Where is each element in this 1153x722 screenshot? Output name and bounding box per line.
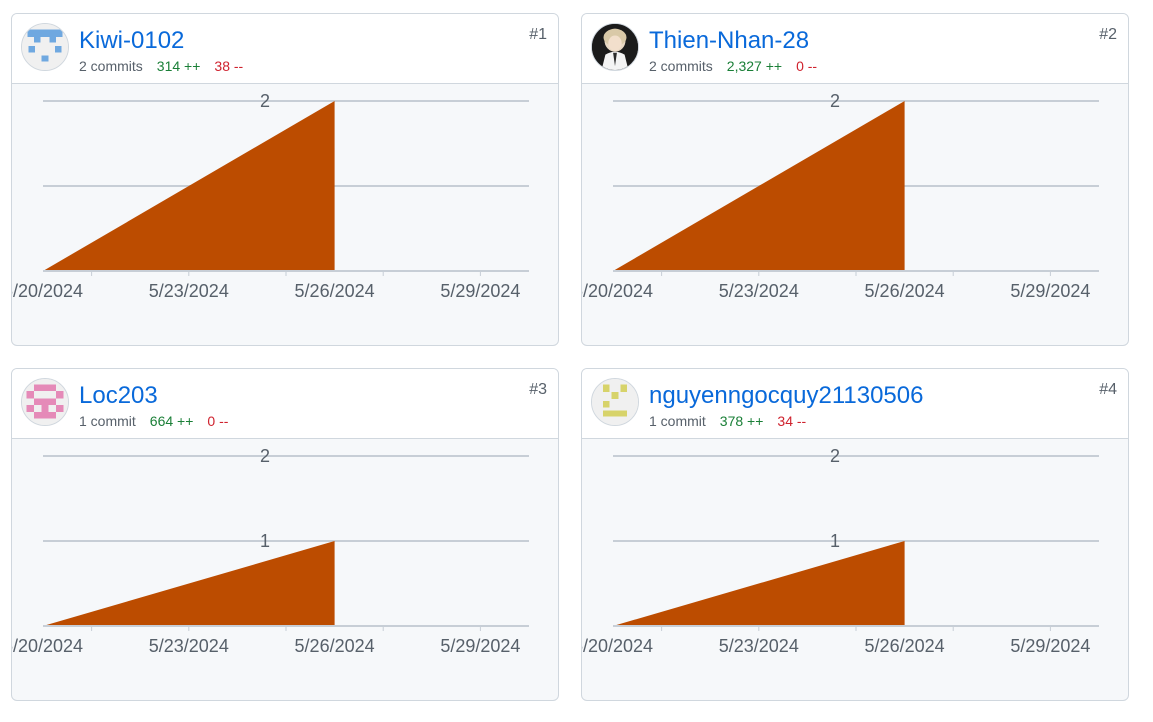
contributor-header: Loc203 1 commit 664 ++ 0 -- #3	[12, 369, 558, 439]
x-tick-label: 5/29/2024	[1010, 636, 1090, 656]
contributor-username-link[interactable]: Loc203	[79, 381, 158, 411]
identicon-icon	[592, 379, 638, 425]
x-tick-label: 5/23/2024	[149, 281, 229, 301]
x-tick-label: 5/20/2024	[12, 636, 83, 656]
contributor-header: nguyenngocquy21130506 1 commit 378 ++ 34 -…	[582, 369, 1128, 439]
contributor-card: Kiwi-0102 2 commits 314 ++ 38 -- #1 5/20/2…	[11, 13, 559, 346]
x-tick-label: 5/23/2024	[149, 636, 229, 656]
contribution-area-chart: 5/20/2024 5/23/2024 5/26/2024 5/29/2024 2 1	[12, 446, 529, 656]
contribution-area-chart: 5/20/2024 5/23/2024 5/26/2024 5/29/2024 2 1	[582, 446, 1099, 656]
photo-avatar[interactable]	[591, 23, 639, 71]
additions-count: 378 ++	[719, 413, 764, 429]
x-tick-label: 5/29/2024	[440, 281, 520, 301]
commit-area	[43, 541, 335, 626]
person-photo-icon	[592, 24, 638, 70]
contributor-stats: 1 commit 664 ++ 0 --	[79, 412, 228, 430]
x-tick-label: 5/26/2024	[295, 636, 375, 656]
x-tick-label: 5/26/2024	[865, 281, 945, 301]
contribution-area-chart: 5/20/2024 5/23/2024 5/26/2024 5/29/2024 2	[12, 91, 529, 301]
y-tick-label: 1	[260, 531, 270, 551]
additions-count: 2,327 ++	[726, 58, 783, 74]
additions-count: 314 ++	[156, 58, 201, 74]
identicon-icon	[22, 24, 68, 70]
commit-area	[613, 541, 905, 626]
identicon-avatar[interactable]	[591, 378, 639, 426]
commits-link[interactable]: 2 commits	[79, 58, 143, 74]
commits-link[interactable]: 1 commit	[649, 413, 706, 429]
contributor-rank: #3	[529, 381, 547, 398]
identicon-avatar[interactable]	[21, 23, 69, 71]
contributor-username-link[interactable]: nguyenngocquy21130506	[649, 381, 923, 411]
y-tick-label: 2	[260, 446, 270, 466]
contributor-card: nguyenngocquy21130506 1 commit 378 ++ 34 -…	[581, 368, 1129, 701]
y-tick-label: 2	[830, 91, 840, 111]
contributor-username-link[interactable]: Kiwi-0102	[79, 26, 184, 56]
identicon-icon	[22, 379, 68, 425]
contributor-header: Thien-Nhan-28 2 commits 2,327 ++ 0 -- #2	[582, 14, 1128, 84]
y-tick-label: 1	[830, 531, 840, 551]
y-tick-label: 2	[260, 91, 270, 111]
contributor-card: Loc203 1 commit664 ++0 -- #3 5/20/20245/…	[11, 368, 559, 701]
deletions-count: 0 --	[796, 58, 818, 74]
contributor-rank: #2	[1099, 26, 1117, 43]
x-tick-label: 5/26/2024	[865, 636, 945, 656]
x-tick-label: 5/29/2024	[440, 636, 520, 656]
contributor-stats: 1 commit 378 ++ 34 --	[649, 412, 806, 430]
deletions-count: 34 --	[777, 413, 807, 429]
contributor-rank: #1	[529, 26, 547, 43]
contributor-stats: 2 commits 314 ++ 38 --	[79, 57, 243, 75]
x-tick-label: 5/20/2024	[582, 281, 653, 301]
x-tick-label: 5/29/2024	[1010, 281, 1090, 301]
x-tick-label: 5/26/2024	[295, 281, 375, 301]
contributor-header: Kiwi-0102 2 commits 314 ++ 38 -- #1	[12, 14, 558, 84]
additions-count: 664 ++	[149, 413, 194, 429]
x-tick-label: 5/20/2024	[582, 636, 653, 656]
contributor-card: Thien-Nhan-28 2 commits 2,327 ++ 0 -- #2 5…	[581, 13, 1129, 346]
deletions-count: 0 --	[207, 413, 229, 429]
x-tick-label: 5/23/2024	[719, 281, 799, 301]
y-tick-label: 2	[830, 446, 840, 466]
contributor-username-link[interactable]: Thien-Nhan-28	[649, 26, 809, 56]
commits-link[interactable]: 1 commit	[79, 413, 136, 429]
deletions-count: 38 --	[214, 58, 244, 74]
contribution-area-chart: 5/20/2024 5/23/2024 5/26/2024 5/29/2024 2	[582, 91, 1099, 301]
contributor-rank: #4	[1099, 381, 1117, 398]
contributor-stats: 2 commits 2,327 ++ 0 --	[649, 57, 817, 75]
x-tick-label: 5/20/2024	[12, 281, 83, 301]
x-tick-label: 5/23/2024	[719, 636, 799, 656]
identicon-avatar[interactable]	[21, 378, 69, 426]
commits-link[interactable]: 2 commits	[649, 58, 713, 74]
